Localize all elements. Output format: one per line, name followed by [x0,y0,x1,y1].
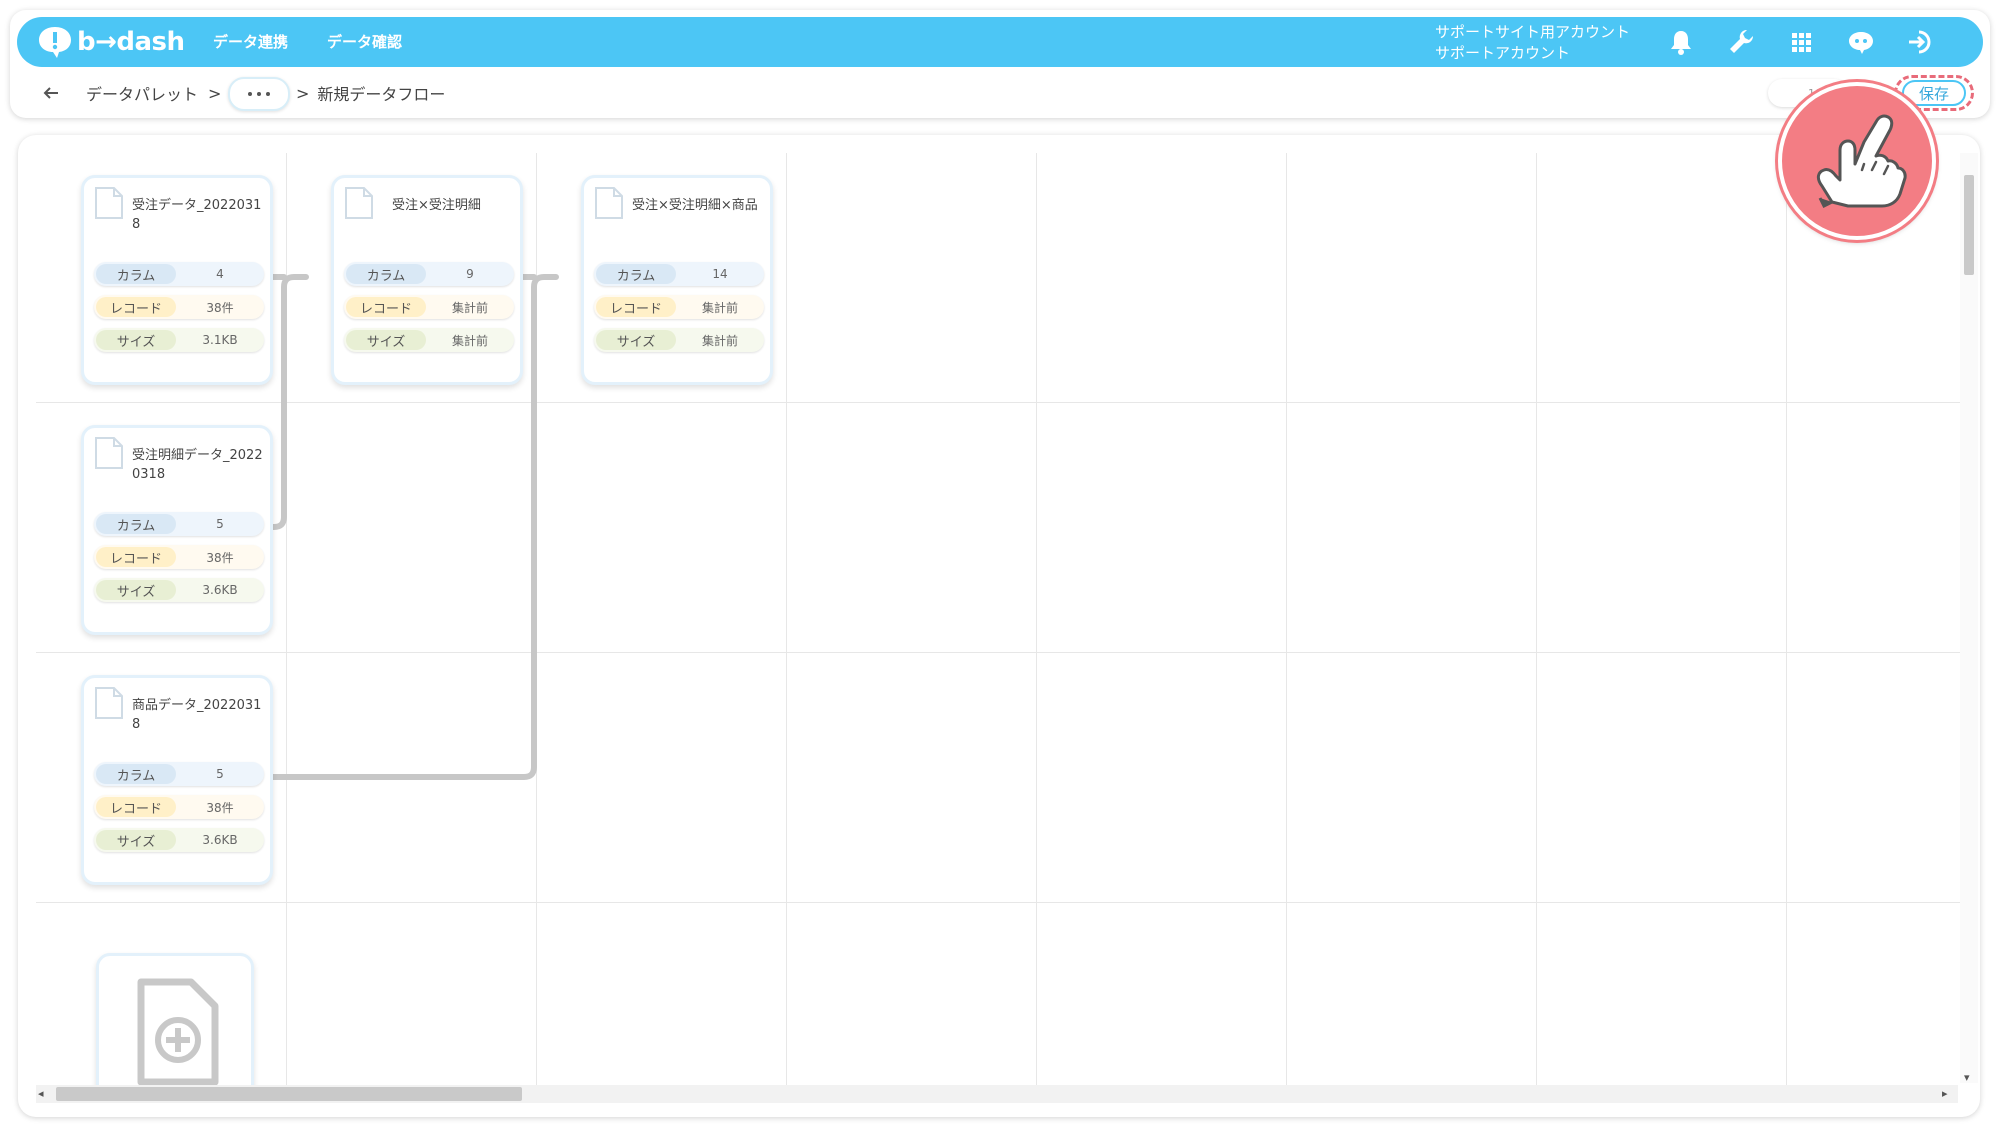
size-row: サイズ 3.6KB [94,828,264,852]
save-button-label: 保存 [1902,80,1966,106]
record-count-row: レコード 集計前 [594,295,764,319]
column-count: 4 [216,267,224,281]
document-icon [95,437,123,469]
record-label: レコード [96,547,176,567]
node-title: 受注データ_20220318 [132,198,262,232]
bell-icon[interactable] [1665,26,1697,58]
record-count-row: レコード 38件 [94,795,264,819]
scroll-left-icon[interactable]: ◂ [38,1087,44,1100]
scroll-down-icon[interactable]: ▾ [1964,1071,1970,1084]
size-value: 3.6KB [202,583,238,597]
size-label: サイズ [96,580,176,600]
record-label: レコード [346,297,426,317]
account-site-name: サポートサイト用アカウント [1435,23,1631,41]
breadcrumb-more-button[interactable] [228,77,290,111]
nav-data-check[interactable]: データ確認 [327,31,402,52]
size-row: サイズ 集計前 [344,328,514,352]
account-user-name: サポートアカウント [1435,44,1571,62]
node-title: 受注×受注明細×商品 [632,198,758,213]
column-count: 9 [466,267,474,281]
data-node[interactable]: 受注明細データ_20220318 カラム 5 レコード 38件 サイズ 3.6K… [81,425,273,635]
record-label: レコード [96,297,176,317]
horizontal-scrollbar[interactable]: ◂ ▸ [36,1085,1958,1103]
size-row: サイズ 集計前 [594,328,764,352]
record-count-row: レコード 集計前 [344,295,514,319]
size-label: サイズ [96,830,176,850]
breadcrumb-separator: > [208,83,222,103]
data-node[interactable]: 受注データ_20220318 カラム 4 レコード 38件 サイズ 3.1KB [81,175,273,385]
joined-data-node[interactable]: 受注×受注明細×商品 カラム 14 レコード 集計前 サイズ 集計前 [581,175,773,385]
add-data-button[interactable] [96,953,254,1085]
add-file-icon [137,978,219,1085]
document-icon [345,187,373,219]
column-count-row: カラム 5 [94,762,264,786]
breadcrumb-current: > 新規データフロー [296,80,445,106]
size-label: サイズ [96,330,176,350]
column-count-row: カラム 4 [94,262,264,286]
app-logo[interactable]: b→dash [37,24,185,60]
nav-data-integration[interactable]: データ連携 [213,31,288,52]
size-label: サイズ [346,330,426,350]
account-info[interactable]: サポートサイト用アカウント サポートアカウント [1435,22,1630,64]
record-label: レコード [596,297,676,317]
canvas-grid[interactable]: 受注データ_20220318 カラム 4 レコード 38件 サイズ 3.1KB … [36,153,1976,1085]
horizontal-scrollbar-thumb[interactable] [56,1087,522,1101]
scroll-right-icon[interactable]: ▸ [1942,1087,1948,1100]
node-title: 受注×受注明細 [392,198,481,213]
document-icon [595,187,623,219]
size-row: サイズ 3.1KB [94,328,264,352]
record-count: 38件 [206,300,234,315]
column-count: 5 [216,517,224,531]
column-label: カラム [596,264,676,284]
top-navigation-bar: b→dash データ連携 データ確認 サポートサイト用アカウント サポートアカウ… [17,17,1983,67]
wrench-icon[interactable] [1725,26,1757,58]
logout-icon[interactable] [1905,26,1937,58]
chat-icon[interactable] [1845,26,1877,58]
document-icon [95,687,123,719]
node-title: 商品データ_20220318 [132,698,262,732]
logo-text: b→dash [77,27,185,57]
breadcrumb-data-palette[interactable]: データパレット [86,81,198,105]
joined-data-node[interactable]: 受注×受注明細 カラム 9 レコード 集計前 サイズ 集計前 [331,175,523,385]
node-title: 受注明細データ_20220318 [132,448,263,482]
column-count: 5 [216,767,224,781]
column-count: 14 [712,267,728,281]
size-label: サイズ [596,330,676,350]
record-count: 集計前 [451,300,488,315]
column-count-row: カラム 14 [594,262,764,286]
data-node[interactable]: 商品データ_20220318 カラム 5 レコード 38件 サイズ 3.6KB [81,675,273,885]
breadcrumb-new-dataflow: 新規データフロー [317,85,446,104]
size-row: サイズ 3.6KB [94,578,264,602]
column-label: カラム [96,764,176,784]
size-value: 集計前 [701,333,738,348]
ellipsis-dot [257,92,261,96]
record-count: 38件 [206,800,234,815]
ellipsis-dot [248,92,252,96]
record-count: 集計前 [701,300,738,315]
breadcrumb-separator: > [296,83,310,103]
column-label: カラム [96,514,176,534]
grid-apps-icon[interactable] [1785,26,1817,58]
record-count-row: レコード 38件 [94,545,264,569]
logo-icon [39,27,71,58]
column-count-row: カラム 9 [344,262,514,286]
back-arrow-icon[interactable] [38,80,64,106]
vertical-scrollbar-thumb[interactable] [1964,175,1974,275]
record-count: 38件 [206,550,234,565]
ellipsis-dot [266,92,270,96]
column-label: カラム [96,264,176,284]
dataflow-canvas: 受注データ_20220318 カラム 4 レコード 38件 サイズ 3.1KB … [18,135,1980,1117]
breadcrumb: データパレット > [86,80,221,106]
column-count-row: カラム 5 [94,512,264,536]
size-value: 集計前 [451,333,488,348]
record-count-row: レコード 38件 [94,295,264,319]
record-label: レコード [96,797,176,817]
document-icon [95,187,123,219]
size-value: 3.1KB [202,333,238,347]
vertical-scrollbar[interactable]: ▾ [1960,153,1978,1084]
column-label: カラム [346,264,426,284]
pointer-hand-icon [1778,82,1936,240]
size-value: 3.6KB [202,833,238,847]
connector-lines [261,274,559,780]
